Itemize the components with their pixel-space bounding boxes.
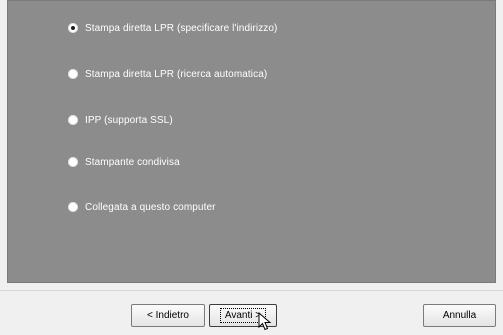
option-label: Stampa diretta LPR (ricerca automatica): [85, 68, 268, 80]
radio-unselected-icon[interactable]: [68, 157, 78, 167]
back-button-label: < Indietro: [147, 310, 189, 321]
radio-selected-icon[interactable]: [68, 23, 78, 33]
option-label: Stampa diretta LPR (specificare l'indiri…: [85, 22, 278, 34]
connection-options-panel: Stampa diretta LPR (specificare l'indiri…: [7, 0, 496, 283]
option-label: IPP (supporta SSL): [85, 114, 173, 126]
option-lpr-direct-address[interactable]: Stampa diretta LPR (specificare l'indiri…: [68, 21, 278, 35]
mouse-pointer-icon: [258, 312, 272, 331]
option-lpr-direct-auto-search[interactable]: Stampa diretta LPR (ricerca automatica): [68, 67, 267, 81]
option-ipp-ssl[interactable]: IPP (supporta SSL): [68, 113, 173, 127]
option-connected-to-computer[interactable]: Collegata a questo computer: [68, 200, 216, 214]
cancel-button[interactable]: Annulla: [423, 304, 496, 327]
radio-unselected-icon[interactable]: [68, 202, 78, 212]
footer-divider: [0, 290, 503, 291]
back-button[interactable]: < Indietro: [131, 304, 205, 327]
cancel-button-label: Annulla: [442, 310, 477, 321]
radio-unselected-icon[interactable]: [68, 69, 78, 79]
option-shared-printer[interactable]: Stampante condivisa: [68, 155, 180, 169]
option-label: Collegata a questo computer: [85, 201, 216, 213]
radio-unselected-icon[interactable]: [68, 115, 78, 125]
option-label: Stampante condivisa: [85, 156, 180, 168]
